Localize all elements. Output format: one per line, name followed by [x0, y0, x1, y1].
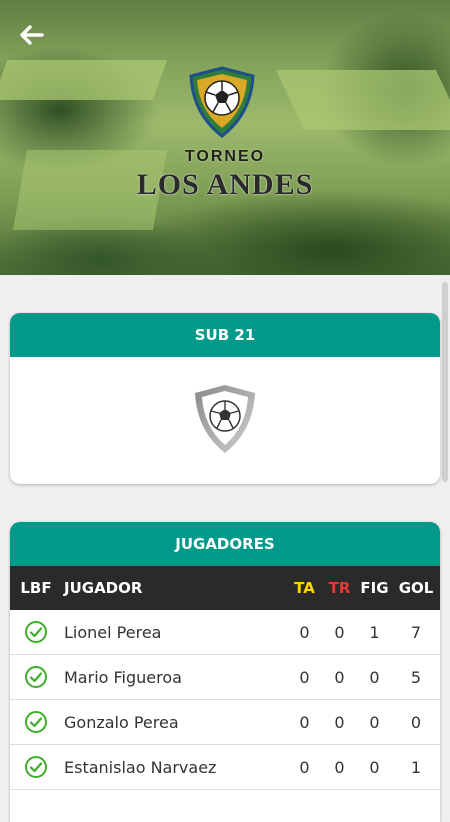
soccer-ball-shield-icon [195, 385, 255, 453]
column-red-cards: TR [328, 579, 351, 597]
player-gol: 0 [410, 712, 422, 732]
player-name: Gonzalo Perea [64, 712, 179, 732]
player-gol: 7 [410, 622, 422, 642]
column-figure: FIG [360, 579, 389, 597]
check-circle-icon [25, 621, 47, 643]
player-gol: 1 [410, 757, 422, 777]
soccer-ball-shield-icon [189, 66, 255, 138]
back-button[interactable] [14, 18, 48, 52]
table-row[interactable]: Gonzalo Perea 0 0 0 0 [10, 700, 440, 745]
player-ta: 0 [299, 757, 310, 777]
player-name: Lionel Perea [64, 622, 162, 642]
player-fig: 0 [369, 667, 380, 687]
arrow-left-icon [20, 25, 44, 45]
category-title: SUB 21 [10, 313, 440, 357]
logo-line-torneo: TORNEO [184, 148, 266, 165]
player-tr: 0 [334, 712, 345, 732]
column-yellow-cards: TA [294, 579, 315, 597]
scrollbar[interactable] [442, 282, 448, 482]
player-name: Mario Figueroa [64, 667, 182, 687]
column-lbf: LBF [20, 579, 52, 597]
hero-banner: TORNEO LOS ANDES [0, 0, 450, 275]
player-tr: 0 [334, 667, 345, 687]
player-gol: 5 [410, 667, 422, 687]
column-goals: GOL [398, 579, 434, 597]
player-name: Estanislao Narvaez [64, 757, 217, 777]
players-card: JUGADORES LBF JUGADOR TA TR FIG GOL Lion… [10, 522, 440, 822]
table-row[interactable]: Estanislao Narvaez 0 0 0 1 [10, 745, 440, 790]
logo-line-los-andes: LOS ANDES [136, 168, 314, 201]
player-ta: 0 [299, 622, 310, 642]
player-fig: 0 [369, 712, 380, 732]
player-fig: 0 [369, 757, 380, 777]
player-tr: 0 [334, 757, 345, 777]
column-player: JUGADOR [64, 579, 143, 597]
players-title: JUGADORES [10, 522, 440, 566]
player-ta: 0 [299, 712, 310, 732]
category-card: SUB 21 [10, 313, 440, 484]
player-fig: 1 [369, 622, 380, 642]
player-tr: 0 [334, 622, 345, 642]
check-circle-icon [25, 756, 47, 778]
table-row[interactable]: Mario Figueroa 0 0 0 5 [10, 655, 440, 700]
table-row[interactable]: Lionel Perea 0 0 1 7 [10, 610, 440, 655]
player-ta: 0 [299, 667, 310, 687]
check-circle-icon [25, 666, 47, 688]
check-circle-icon [25, 711, 47, 733]
tournament-logo: TORNEO LOS ANDES [125, 62, 325, 212]
table-header: LBF JUGADOR TA TR FIG GOL [10, 566, 440, 610]
